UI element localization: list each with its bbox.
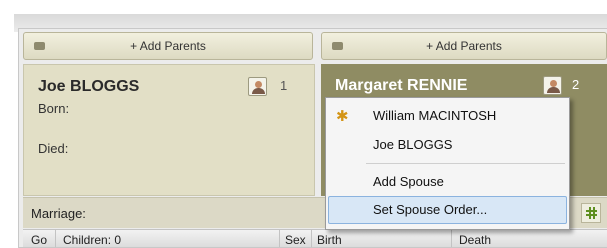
died-label: Died: [38, 141, 69, 156]
menu-item-add-spouse[interactable]: Add Spouse [328, 168, 567, 196]
person-index: 2 [572, 77, 580, 92]
marriage-label: Marriage: [31, 206, 86, 221]
person-card-joe-bloggs[interactable]: Joe BLOGGS 1 Born: Died: [23, 64, 315, 196]
parents-icon [34, 42, 45, 50]
spouse-context-menu: ✱ William MACINTOSH Joe BLOGGS Add Spous… [325, 97, 570, 230]
col-go[interactable]: Go [31, 233, 47, 247]
grid-icon[interactable] [581, 203, 601, 223]
col-children[interactable]: Children: 0 [63, 233, 121, 247]
children-table-header: Go Children: 0 Sex Birth Death [23, 229, 607, 247]
person-icon[interactable] [543, 76, 562, 95]
person-name[interactable]: Margaret RENNIE [335, 77, 467, 95]
person-icon[interactable] [248, 77, 267, 96]
menu-item-william-macintosh[interactable]: ✱ William MACINTOSH [328, 102, 567, 130]
born-label: Born: [38, 101, 70, 116]
menu-item-set-spouse-order[interactable]: Set Spouse Order... [328, 196, 567, 224]
add-parents-label: + Add Parents [426, 39, 502, 53]
person-name[interactable]: Joe BLOGGS [38, 78, 139, 96]
col-birth[interactable]: Birth [317, 233, 342, 247]
add-parents-button-right[interactable]: + Add Parents [321, 32, 607, 60]
person-index: 1 [280, 78, 288, 93]
col-sex[interactable]: Sex [285, 233, 306, 247]
menu-divider [366, 163, 565, 164]
menu-item-joe-bloggs[interactable]: Joe BLOGGS [328, 131, 567, 159]
parents-icon [332, 42, 343, 50]
col-death[interactable]: Death [459, 233, 491, 247]
add-parents-label: + Add Parents [130, 39, 206, 53]
star-icon: ✱ [336, 108, 349, 125]
add-parents-button-left[interactable]: + Add Parents [23, 32, 313, 60]
